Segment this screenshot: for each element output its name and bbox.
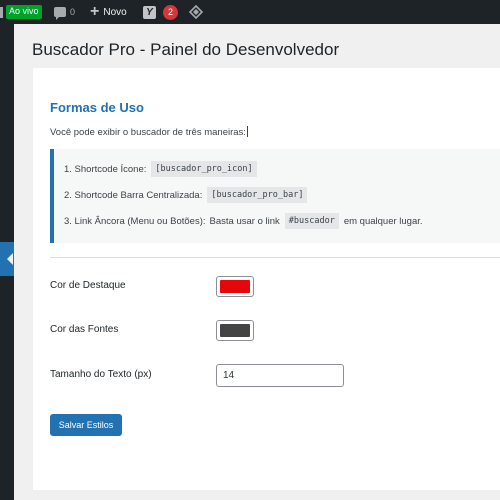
shortcode: [buscador_pro_bar] xyxy=(207,187,308,203)
settings-card: Formas de Uso Você pode exibir o buscado… xyxy=(33,68,500,490)
usage-intro: Você pode exibir o buscador de três mane… xyxy=(50,126,248,138)
usage-item-label: 3. Link Âncora (Menu ou Botões): xyxy=(64,215,206,227)
comment-icon xyxy=(54,7,66,20)
comments-link[interactable]: 0 xyxy=(54,0,75,24)
shortcode: [buscador_pro_icon] xyxy=(151,161,257,177)
comments-count: 0 xyxy=(70,7,76,17)
anchor-code: #buscador xyxy=(284,213,339,229)
usage-item: 1. Shortcode Ícone: [buscador_pro_icon] xyxy=(64,161,262,177)
live-status[interactable]: Ao vivo xyxy=(6,0,42,24)
admin-menu xyxy=(0,24,14,500)
main-content: Buscador Pro - Painel do Desenvolvedor F… xyxy=(14,24,500,500)
usage-item: 3. Link Âncora (Menu ou Botões): Basta u… xyxy=(64,213,423,229)
text-size-input[interactable]: 14 xyxy=(216,364,344,387)
section-divider xyxy=(50,257,500,258)
yoast-menu[interactable]: Y 2 xyxy=(143,0,178,24)
usage-item-label: 1. Shortcode Ícone: xyxy=(64,163,147,175)
font-color-label: Cor das Fontes xyxy=(50,324,119,335)
font-color-picker[interactable] xyxy=(216,320,254,341)
current-menu-indicator[interactable] xyxy=(0,242,14,276)
text-size-value: 14 xyxy=(223,370,235,381)
plugin-menu[interactable] xyxy=(189,0,203,24)
highlight-color-label: Cor de Destaque xyxy=(50,280,126,291)
usage-item-text: Basta usar o link xyxy=(209,215,280,227)
plus-icon: + xyxy=(90,3,100,20)
text-cursor xyxy=(246,126,248,137)
usage-item-label: 2. Shortcode Barra Centralizada: xyxy=(64,189,203,201)
usage-item-suffix: em qualquer lugar. xyxy=(343,215,423,227)
site-menu-icon xyxy=(0,7,3,18)
page-title: Buscador Pro - Painel do Desenvolvedor xyxy=(32,40,340,59)
live-badge: Ao vivo xyxy=(6,5,42,19)
highlight-color-swatch xyxy=(220,280,250,293)
usage-item: 2. Shortcode Barra Centralizada: [buscad… xyxy=(64,187,312,203)
admin-bar: Ao vivo 0 + Novo Y 2 xyxy=(0,0,500,24)
new-label: Novo xyxy=(103,6,127,18)
admin-bar-edge[interactable] xyxy=(0,0,4,24)
text-size-label: Tamanho do Texto (px) xyxy=(50,369,152,380)
save-styles-button[interactable]: Salvar Estilos xyxy=(50,414,122,436)
new-content-menu[interactable]: + Novo xyxy=(90,0,127,24)
notification-badge: 2 xyxy=(163,4,178,20)
diamond-icon xyxy=(189,5,203,19)
usage-notice: 1. Shortcode Ícone: [buscador_pro_icon] … xyxy=(50,149,500,243)
usage-title: Formas de Uso xyxy=(50,100,144,115)
yoast-icon: Y xyxy=(143,5,156,19)
font-color-swatch xyxy=(220,324,250,337)
highlight-color-picker[interactable] xyxy=(216,276,254,297)
